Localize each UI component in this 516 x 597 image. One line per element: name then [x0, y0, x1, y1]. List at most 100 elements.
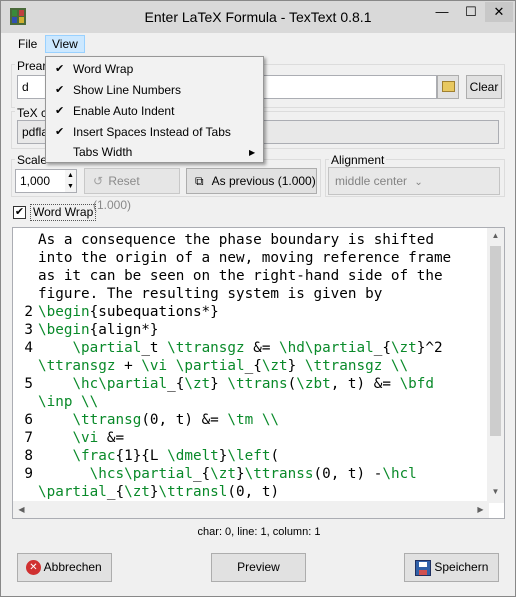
code-line[interactable]: \partial_{\zt}\ttransl(0, t) — [38, 483, 279, 501]
code-line[interactable]: \vi &= — [38, 429, 124, 447]
code-line[interactable]: \ttransg(0, t) &= \tm \\ — [38, 411, 279, 429]
code-line[interactable]: into the origin of a new, moving referen… — [38, 249, 451, 267]
spin-up-icon[interactable]: ▲ — [65, 170, 76, 181]
menu-item-word-wrap[interactable]: ✔ Word Wrap — [46, 59, 263, 80]
cancel-button[interactable]: ✕ Abbrechen — [17, 553, 112, 582]
save-label: Speichern — [434, 560, 489, 574]
latex-command: \zt — [261, 358, 288, 374]
scroll-up-icon[interactable]: ▲ — [487, 231, 504, 240]
code-text: } — [287, 358, 305, 374]
code-line[interactable]: \partial_t \ttransgz &= \hd\partial_{\zt… — [38, 339, 442, 357]
close-button[interactable]: ✕ — [485, 2, 513, 22]
alignment-value: middle center — [335, 174, 408, 188]
as-previous-label: As previous (1.000) — [211, 174, 316, 188]
line-number: 7 — [24, 430, 33, 446]
reset-scale-button[interactable]: ↺ Reset (1.000) — [84, 168, 180, 212]
code-line[interactable]: \hcs\partial_{\zt}\ttranss(0, t) -\hcl — [38, 465, 417, 483]
latex-command: \ttranss — [244, 466, 314, 482]
word-wrap-checkbox-label[interactable]: Word Wrap — [30, 204, 97, 221]
word-wrap-checkbox[interactable]: ✔ — [13, 206, 26, 219]
scale-spinbox[interactable]: 1,000 ▲ ▼ — [15, 169, 77, 193]
menu-item-tabs-width[interactable]: Tabs Width ▶ — [46, 142, 263, 163]
code-text: (0, t) - — [313, 466, 383, 482]
code-line[interactable]: As a consequence the phase boundary is s… — [38, 231, 434, 249]
code-text: _{ — [192, 466, 211, 482]
title-bar[interactable]: Enter LaTeX Formula - TexText 0.8.1 — ☐ … — [1, 1, 515, 33]
code-text: (0, t) — [227, 484, 280, 500]
menu-view[interactable]: View — [45, 35, 85, 53]
floppy-disk-icon — [415, 559, 431, 576]
scroll-right-icon[interactable]: ▶ — [472, 505, 489, 514]
menu-item-enable-auto-indent[interactable]: ✔ Enable Auto Indent — [46, 101, 263, 122]
latex-command: \zt — [184, 376, 211, 392]
latex-command: \ttransgz — [167, 340, 245, 356]
texttext-window: Enter LaTeX Formula - TexText 0.8.1 — ☐ … — [0, 0, 516, 597]
as-previous-button[interactable]: ⧉ As previous (1.000) — [186, 168, 317, 194]
latex-command: \ttrans — [227, 376, 288, 392]
latex-command: \left — [227, 448, 271, 464]
latex-command: \hcs\partial — [89, 466, 193, 482]
preview-button[interactable]: Preview — [211, 553, 306, 582]
menu-file[interactable]: File — [12, 35, 43, 53]
code-area[interactable]: 1As a consequence the phase boundary is … — [13, 231, 489, 503]
code-text: + — [115, 358, 142, 374]
scale-label: Scale — [15, 153, 50, 167]
latex-command: \ttransg — [72, 412, 142, 428]
code-line[interactable]: \begin{subequations*} — [38, 303, 219, 321]
latex-editor[interactable]: 1As a consequence the phase boundary is … — [12, 227, 505, 519]
latex-command: \frac — [72, 448, 116, 464]
status-bar: char: 0, line: 1, column: 1 — [197, 526, 321, 538]
cancel-icon: ✕ — [26, 560, 41, 576]
code-text: ( — [270, 448, 280, 464]
check-icon: ✔ — [55, 84, 65, 96]
code-line[interactable]: \ttransgz + \vi \partial_{\zt} \ttransgz… — [38, 357, 408, 375]
latex-command: \zt — [210, 466, 236, 482]
latex-command: \partial — [72, 340, 142, 356]
latex-command: \zt — [124, 484, 150, 500]
scroll-left-icon[interactable]: ◀ — [13, 505, 30, 514]
code-line[interactable]: \hc\partial_{\zt} \ttrans(\zbt, t) &= \b… — [38, 375, 434, 393]
chevron-down-icon: ⌄ — [414, 177, 423, 188]
horizontal-scrollbar[interactable]: ◀ ▶ — [13, 501, 489, 518]
code-line[interactable]: \frac{1}{L \dmelt}\left( — [38, 447, 279, 465]
code-line[interactable]: figure. The resulting system is given by — [38, 285, 382, 303]
alignment-select[interactable]: middle center ⌄ — [328, 167, 500, 195]
preamble-browse-button[interactable] — [437, 75, 459, 99]
vertical-scrollbar[interactable]: ▲ ▼ — [487, 228, 504, 503]
latex-command: \partial — [38, 484, 107, 500]
menu-item-insert-spaces[interactable]: ✔ Insert Spaces Instead of Tabs — [46, 122, 263, 143]
reset-icon: ↺ — [93, 174, 104, 188]
code-text: } — [236, 466, 245, 482]
code-text: figure. The resulting system is given by — [38, 286, 383, 302]
code-text: {align*} — [89, 322, 159, 338]
code-line[interactable]: as it can be seen on the right-hand side… — [38, 267, 443, 285]
code-line[interactable]: \inp \\ — [38, 393, 98, 411]
spin-down-icon[interactable]: ▼ — [65, 181, 76, 192]
code-text: As a consequence the phase boundary is s… — [38, 232, 434, 248]
folder-icon — [442, 81, 455, 92]
code-text: _{ — [106, 484, 125, 500]
copy-icon: ⧉ — [195, 174, 204, 188]
line-number: 2 — [24, 304, 33, 320]
minimize-button[interactable]: — — [427, 2, 457, 22]
line-number: 6 — [24, 412, 33, 428]
latex-command: \hcl — [382, 466, 417, 482]
code-text: _{ — [244, 358, 262, 374]
code-text: ( — [287, 376, 297, 392]
latex-command: \begin — [38, 304, 90, 320]
save-button[interactable]: Speichern — [404, 553, 499, 582]
menu-item-show-line-numbers[interactable]: ✔ Show Line Numbers — [46, 80, 263, 101]
latex-command: \vi \partial — [141, 358, 245, 374]
maximize-button[interactable]: ☐ — [457, 2, 485, 22]
scroll-down-icon[interactable]: ▼ — [487, 487, 504, 496]
check-icon: ✔ — [55, 105, 65, 117]
latex-command: \vi — [72, 430, 99, 446]
clear-button[interactable]: Clear — [466, 75, 502, 99]
code-text: } — [210, 376, 228, 392]
vertical-scroll-thumb[interactable] — [490, 246, 501, 436]
menu-item-label: Word Wrap — [73, 62, 134, 76]
code-line[interactable]: \begin{align*} — [38, 321, 159, 339]
